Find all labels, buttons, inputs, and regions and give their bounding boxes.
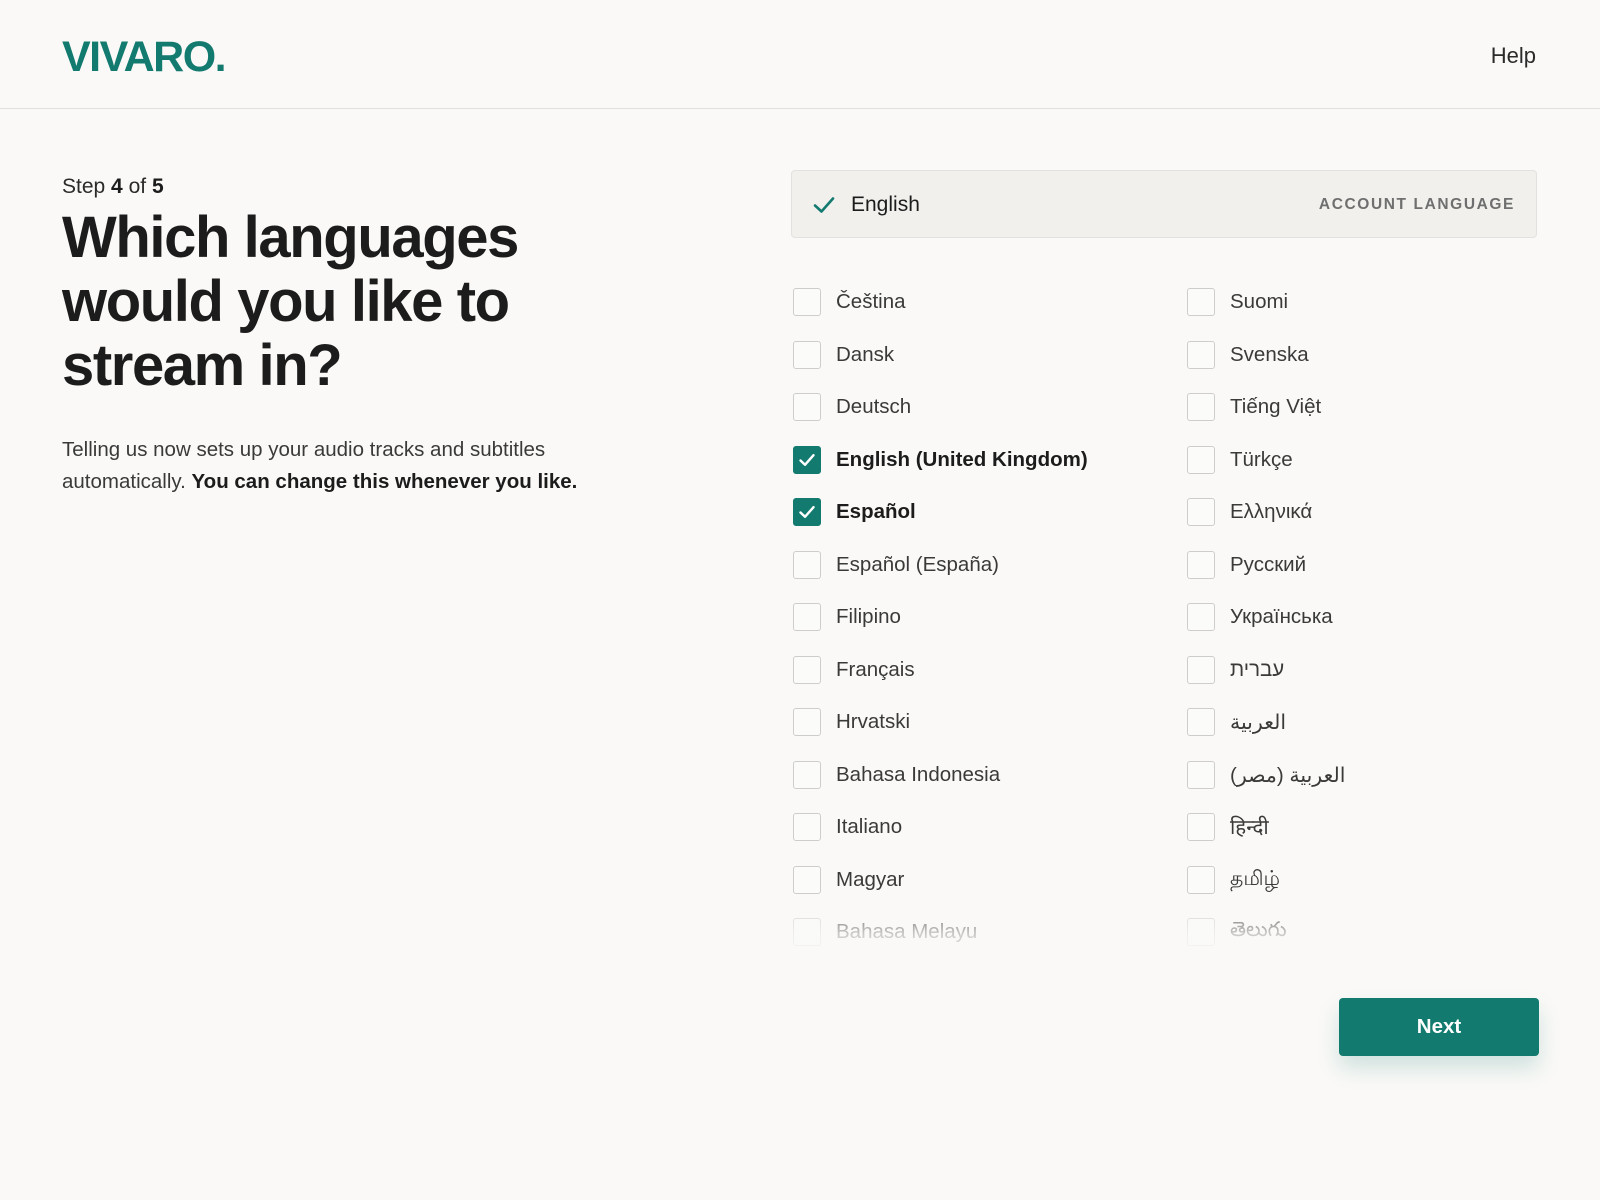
- checkbox[interactable]: [1187, 866, 1215, 894]
- language-option[interactable]: हिन्दी: [1187, 812, 1567, 842]
- checkbox-checked[interactable]: [793, 498, 821, 526]
- language-option[interactable]: Tiếng Việt: [1187, 392, 1567, 422]
- language-label: Français: [836, 658, 915, 681]
- language-label: Italiano: [836, 815, 903, 838]
- language-option[interactable]: Svenska: [1187, 340, 1567, 370]
- language-label: English (United Kingdom): [836, 448, 1088, 471]
- intro-panel: Step 4 of 5 Which languages would you li…: [62, 174, 582, 498]
- language-label: עברית: [1230, 658, 1285, 681]
- language-option[interactable]: Suomi: [1187, 287, 1567, 317]
- language-option[interactable]: Русский: [1187, 550, 1567, 580]
- step-indicator: Step 4 of 5: [62, 174, 582, 200]
- checkbox[interactable]: [793, 866, 821, 894]
- checkbox[interactable]: [793, 656, 821, 684]
- language-option[interactable]: Español (España): [793, 550, 1173, 580]
- language-option[interactable]: Bahasa Indonesia: [793, 760, 1173, 790]
- checkbox[interactable]: [1187, 393, 1215, 421]
- checkbox[interactable]: [1187, 656, 1215, 684]
- checkbox[interactable]: [1187, 498, 1215, 526]
- language-label: Filipino: [836, 605, 901, 628]
- page-title: Which languages would you like to stream…: [62, 205, 519, 398]
- language-label: தமிழ்: [1230, 867, 1281, 890]
- checkbox[interactable]: [1187, 341, 1215, 369]
- checkbox[interactable]: [793, 708, 821, 736]
- language-option[interactable]: Bahasa Melayu: [793, 917, 1173, 947]
- check-icon: [798, 504, 816, 520]
- language-label: Suomi: [1230, 290, 1289, 313]
- language-label: Русский: [1230, 553, 1307, 576]
- checkbox[interactable]: [1187, 813, 1215, 841]
- language-label: Dansk: [836, 343, 895, 366]
- checkbox[interactable]: [1187, 446, 1215, 474]
- language-label: Tiếng Việt: [1230, 395, 1322, 418]
- check-icon: [798, 452, 816, 468]
- checkbox[interactable]: [1187, 918, 1215, 946]
- language-option[interactable]: Čeština: [793, 287, 1173, 317]
- language-label: తెలుగు: [1230, 918, 1287, 941]
- language-option[interactable]: Magyar: [793, 865, 1173, 895]
- language-option[interactable]: Filipino: [793, 602, 1173, 632]
- language-label: Čeština: [836, 290, 906, 313]
- checkbox[interactable]: [1187, 761, 1215, 789]
- checkbox[interactable]: [793, 393, 821, 421]
- checkbox[interactable]: [1187, 708, 1215, 736]
- checkbox[interactable]: [793, 813, 821, 841]
- language-option[interactable]: தமிழ்: [1187, 865, 1567, 895]
- language-option[interactable]: Français: [793, 655, 1173, 685]
- language-label: العربية (مصر): [1230, 763, 1346, 787]
- language-label: Türkçe: [1230, 448, 1293, 471]
- checkbox[interactable]: [793, 761, 821, 789]
- language-label: हिन्दी: [1230, 816, 1269, 839]
- language-option[interactable]: Türkçe: [1187, 445, 1567, 475]
- checkbox[interactable]: [793, 288, 821, 316]
- checkbox[interactable]: [793, 551, 821, 579]
- account-language-tag: ACCOUNT LANGUAGE: [1318, 196, 1515, 213]
- language-label: Bahasa Melayu: [836, 920, 978, 943]
- language-label: Español: [836, 500, 916, 523]
- checkbox[interactable]: [793, 918, 821, 946]
- language-option[interactable]: Deutsch: [793, 392, 1173, 422]
- page-description: Telling us now sets up your audio tracks…: [62, 434, 582, 498]
- checkbox-checked[interactable]: [793, 446, 821, 474]
- top-bar: VIVARO. Help: [0, 0, 1600, 109]
- language-option[interactable]: العربية: [1187, 707, 1567, 737]
- language-label: العربية: [1230, 710, 1287, 734]
- language-checklist: Čeština Dansk Deutsch English (United Kingd…: [793, 287, 1583, 947]
- language-option[interactable]: తెలుగు: [1187, 917, 1567, 947]
- help-link[interactable]: Help: [1491, 43, 1536, 69]
- checkbox[interactable]: [1187, 603, 1215, 631]
- language-option[interactable]: עברית: [1187, 655, 1567, 685]
- language-label: Hrvatski: [836, 710, 911, 733]
- description-emphasis: You can change this whenever you like.: [191, 470, 578, 493]
- checkbox[interactable]: [793, 603, 821, 631]
- language-option[interactable]: Italiano: [793, 812, 1173, 842]
- language-label: Svenska: [1230, 343, 1309, 366]
- language-label: Magyar: [836, 868, 905, 891]
- language-option[interactable]: العربية (مصر): [1187, 760, 1567, 790]
- checkbox[interactable]: [793, 341, 821, 369]
- language-label: Українська: [1230, 605, 1333, 628]
- language-option[interactable]: Hrvatski: [793, 707, 1173, 737]
- language-label: Bahasa Indonesia: [836, 763, 1001, 786]
- language-option[interactable]: Dansk: [793, 340, 1173, 370]
- step-of: of: [128, 175, 147, 198]
- checkbox[interactable]: [1187, 288, 1215, 316]
- step-total: 5: [151, 175, 164, 198]
- language-option[interactable]: Українська: [1187, 602, 1567, 632]
- vivaro-logo[interactable]: VIVARO.: [62, 36, 227, 79]
- step-current: 4: [111, 175, 123, 198]
- language-option[interactable]: Español: [793, 497, 1173, 527]
- language-option[interactable]: Ελληνικά: [1187, 497, 1567, 527]
- next-button[interactable]: Next: [1339, 998, 1539, 1056]
- step-prefix: Step: [62, 175, 106, 198]
- language-label: Español (España): [836, 553, 999, 576]
- checkmark-icon: [812, 194, 836, 216]
- checkbox[interactable]: [1187, 551, 1215, 579]
- account-language-name: English: [851, 193, 920, 216]
- language-label: Deutsch: [836, 395, 912, 418]
- language-option[interactable]: English (United Kingdom): [793, 445, 1173, 475]
- language-label: Ελληνικά: [1230, 500, 1313, 523]
- account-language-row: English ACCOUNT LANGUAGE: [791, 170, 1537, 238]
